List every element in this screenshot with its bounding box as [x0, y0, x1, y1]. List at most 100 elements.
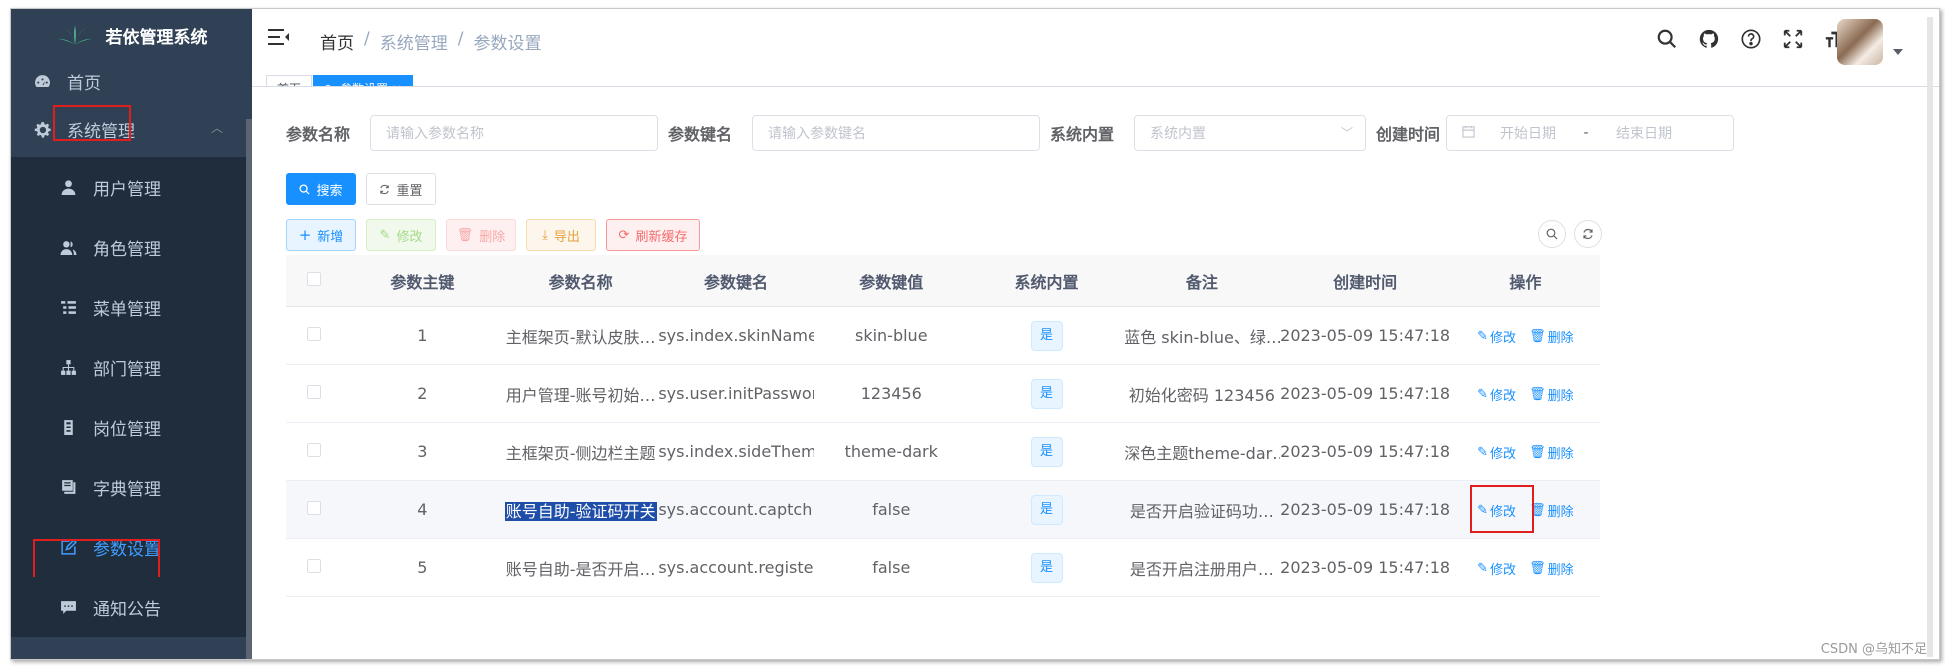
row-delete-link[interactable]: 🗑 删除 [1529, 559, 1574, 578]
peoples-icon [59, 238, 77, 256]
end-date-input[interactable]: 结束日期 [1596, 123, 1692, 143]
sidebar-item-dict[interactable]: 字典管理 [11, 457, 252, 517]
breadcrumb: 首页 / 系统管理 / 参数设置 [320, 29, 541, 54]
breadcrumb-home[interactable]: 首页 [320, 29, 354, 54]
table-row[interactable]: 3 主框架页-侧边栏主题 sys.index.sideTheme theme-d… [286, 423, 1600, 481]
add-button[interactable]: + 新增 [286, 219, 356, 251]
sidebar-item-role[interactable]: 角色管理 [11, 217, 252, 277]
app-window: 若依管理系统 首页 系统管理 ︿ 用户管理 角色管理 菜单管理 部门管理 岗位管… [10, 8, 1940, 660]
tag-home[interactable]: 首页 [266, 75, 313, 86]
sidebar-item-system[interactable]: 系统管理 ︿ [11, 101, 252, 157]
row-edit-link[interactable]: ✎ 修改 [1477, 327, 1516, 346]
config-name-label: 参数名称 [286, 125, 351, 144]
cell-remark: 是否开启验证码功… [1129, 501, 1274, 521]
row-edit-link[interactable]: ✎ 修改 [1477, 385, 1516, 404]
row-edit-link[interactable]: ✎ 修改 [1477, 443, 1516, 462]
navbar-tools [1655, 27, 1847, 51]
gear-icon [33, 120, 51, 138]
edit-button[interactable]: ✎ 修改 [366, 219, 436, 251]
sidebar-item-label: 首页 [67, 73, 101, 94]
export-button[interactable]: ⤓ 导出 [526, 219, 596, 251]
header-config-name: 参数名称 [548, 272, 613, 292]
breadcrumb-system: 系统管理 [379, 34, 448, 54]
cell-remark: 蓝色 skin-blue、绿… [1124, 327, 1280, 347]
trash-icon: 🗑 [1529, 561, 1546, 576]
sidebar-item-dept[interactable]: 部门管理 [11, 337, 252, 397]
fullscreen-icon[interactable] [1781, 27, 1805, 51]
cell-config-name: 用户管理-账号初始… [505, 385, 656, 405]
row-delete-label: 删除 [1547, 505, 1574, 520]
config-key-input[interactable]: 请输入参数键名 [752, 115, 1040, 151]
config-key-label: 参数键名 [668, 125, 733, 144]
github-icon[interactable] [1697, 27, 1721, 51]
cell-config-id: 4 [417, 500, 428, 519]
watermark: CSDN @乌知不足 [1820, 642, 1927, 657]
config-type-select[interactable]: 系统内置 ﹀ [1134, 115, 1366, 151]
table-row[interactable]: 4 账号自助-验证码开关 sys.account.captch… false 是… [286, 481, 1600, 539]
row-delete-link[interactable]: 🗑 删除 [1529, 443, 1574, 462]
edit-icon: ✎ [379, 227, 391, 243]
download-icon: ⤓ [542, 227, 548, 243]
edit-button-label: 修改 [396, 229, 423, 245]
row-checkbox[interactable] [306, 443, 321, 457]
add-button-label: 新增 [317, 229, 344, 245]
avatar[interactable] [1837, 19, 1883, 65]
cell-create-time: 2023-05-09 15:47:18 [1280, 442, 1451, 461]
sidebar-item-label: 通知公告 [93, 599, 161, 620]
row-checkbox[interactable] [306, 559, 321, 573]
select-all-checkbox[interactable] [306, 272, 321, 286]
refresh-cache-button[interactable]: ⟳ 刷新缓存 [606, 219, 700, 251]
cell-config-name: 主框架页-默认皮肤… [505, 327, 656, 347]
row-checkbox[interactable] [306, 501, 321, 515]
sidebar-item-post[interactable]: 岗位管理 [11, 397, 252, 457]
row-checkbox[interactable] [306, 385, 321, 399]
refresh-table-button[interactable] [1574, 220, 1602, 248]
tag-config[interactable]: 参数设置 × [313, 75, 413, 86]
delete-button-label: 删除 [479, 229, 506, 245]
sidebar-item-home[interactable]: 首页 [11, 61, 252, 101]
help-icon[interactable] [1739, 27, 1763, 51]
edit-icon: ✎ [1477, 561, 1488, 576]
main-content: 参数名称 请输入参数名称 参数键名 请输入参数键名 系统内置 系统内置 ﹀ 创建… [252, 89, 1939, 659]
cell-config-name: 账号自助-是否开启… [505, 559, 656, 579]
sidebar-item-label: 部门管理 [93, 359, 161, 380]
start-date-input[interactable]: 开始日期 [1480, 123, 1576, 143]
sidebar-item-notice[interactable]: 通知公告 [11, 577, 252, 637]
trash-icon: 🗑 [1529, 387, 1546, 402]
breadcrumb-config: 参数设置 [473, 34, 542, 54]
row-edit-link[interactable]: ✎ 修改 [1477, 559, 1516, 578]
trash-icon: 🗑 [1529, 445, 1546, 460]
builtin-tag: 是 [1030, 320, 1063, 351]
row-checkbox[interactable] [306, 327, 321, 341]
cell-config-value: skin-blue [854, 326, 928, 345]
chevron-up-icon: ︿ [211, 121, 224, 135]
row-edit-label: 修改 [1490, 389, 1517, 404]
chevron-down-icon[interactable] [1893, 49, 1903, 55]
sidebar-item-label: 字典管理 [93, 479, 161, 500]
sidebar-item-menu[interactable]: 菜单管理 [11, 277, 252, 337]
table-row[interactable]: 2 用户管理-账号初始… sys.user.initPassword 12345… [286, 365, 1600, 423]
reset-button[interactable]: 重置 [366, 173, 436, 205]
cell-remark: 深色主题theme-dar… [1124, 443, 1280, 463]
cell-remark: 初始化密码 123456 [1128, 385, 1275, 405]
cell-config-name: 主框架页-侧边栏主题 [505, 443, 656, 463]
reset-button-label: 重置 [396, 183, 423, 199]
table-row[interactable]: 5 账号自助-是否开启… sys.account.registe… false … [286, 539, 1600, 597]
delete-button[interactable]: 🗑 删除 [446, 219, 516, 251]
refresh-icon: ⟳ [618, 227, 630, 243]
search-icon[interactable] [1655, 27, 1679, 51]
search-button[interactable]: 搜索 [286, 173, 356, 205]
builtin-tag: 是 [1030, 378, 1063, 409]
cell-config-key: sys.account.captch… [658, 500, 814, 519]
table-row[interactable]: 1 主框架页-默认皮肤… sys.index.skinName skin-blu… [286, 307, 1600, 365]
toggle-search-button[interactable] [1538, 220, 1566, 248]
config-name-input[interactable]: 请输入参数名称 [370, 115, 658, 151]
row-delete-link[interactable]: 🗑 删除 [1529, 501, 1574, 520]
row-edit-label: 修改 [1490, 447, 1517, 462]
date-range-picker[interactable]: 开始日期 - 结束日期 [1446, 115, 1734, 151]
hamburger-icon[interactable] [268, 27, 290, 47]
row-delete-link[interactable]: 🗑 删除 [1529, 385, 1574, 404]
row-delete-link[interactable]: 🗑 删除 [1529, 327, 1574, 346]
search-button-label: 搜索 [316, 183, 343, 199]
sidebar-item-user[interactable]: 用户管理 [11, 157, 252, 217]
